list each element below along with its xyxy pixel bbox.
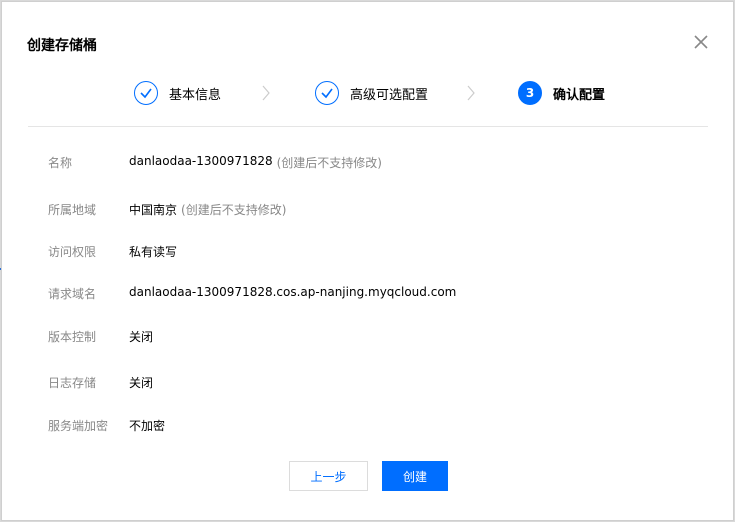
summary-label: 版本控制: [48, 330, 97, 344]
step-label: 确认配置: [553, 87, 606, 103]
step-label: 基本信息: [169, 87, 222, 103]
check-icon: [315, 81, 339, 105]
step-label: 高级可选配置: [350, 87, 429, 103]
summary-row-access: 访问权限 私有读写: [48, 243, 177, 260]
step-basic-info: 基本信息: [134, 76, 221, 110]
summary-value: 关闭: [129, 376, 154, 390]
summary-row-versioning: 版本控制 关闭: [48, 328, 153, 345]
summary-value: 关闭: [129, 330, 154, 344]
create-bucket-dialog: 创建存储桶 基本信息 高级可选配置 3 确认配置 名称 danlaodaa-13…: [1, 1, 734, 521]
summary-value: danlaodaa-1300971828.cos.ap-nanjing.myqc…: [129, 285, 457, 299]
summary-note: (创建后不支持修改): [181, 203, 287, 217]
step-advanced-config: 高级可选配置: [315, 76, 428, 110]
summary-value: danlaodaa-1300971828: [129, 154, 273, 168]
chevron-right-icon: [466, 85, 476, 101]
create-button[interactable]: 创建: [382, 461, 448, 491]
summary-value: 私有读写: [129, 245, 178, 259]
summary-label: 日志存储: [48, 376, 97, 390]
close-icon[interactable]: [691, 32, 711, 52]
divider: [28, 126, 708, 127]
step-number: 3: [518, 81, 542, 105]
summary-label: 名称: [48, 156, 73, 170]
summary-value: 不加密: [129, 419, 166, 433]
summary-value: 中国南京: [129, 203, 178, 217]
summary-row-name: 名称 danlaodaa-1300971828 (创建后不支持修改): [48, 154, 382, 171]
summary-label: 所属地域: [48, 203, 97, 217]
summary-row-logging: 日志存储 关闭: [48, 374, 153, 391]
summary-label: 服务端加密: [48, 419, 109, 433]
dialog-title: 创建存储桶: [27, 38, 97, 54]
summary-note: (创建后不支持修改): [276, 156, 382, 170]
summary-row-domain: 请求域名 danlaodaa-1300971828.cos.ap-nanjing…: [48, 285, 456, 302]
check-icon: [134, 81, 158, 105]
wizard-steps: 基本信息 高级可选配置 3 确认配置: [2, 76, 733, 110]
step-confirm-config: 3 确认配置: [518, 76, 605, 110]
summary-label: 访问权限: [48, 245, 97, 259]
chevron-right-icon: [261, 85, 271, 101]
summary-label: 请求域名: [48, 287, 97, 301]
prev-step-button[interactable]: 上一步: [289, 461, 368, 491]
summary-row-region: 所属地域 中国南京 (创建后不支持修改): [48, 201, 286, 218]
summary-row-encryption: 服务端加密 不加密: [48, 417, 165, 434]
